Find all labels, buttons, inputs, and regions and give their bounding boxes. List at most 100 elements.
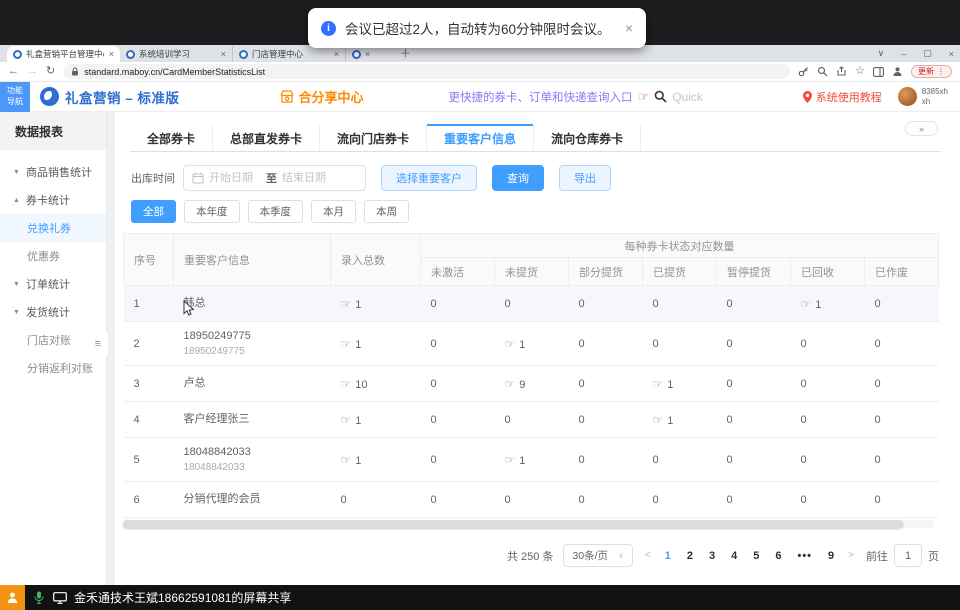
cell-status[interactable]: ☞1 <box>791 286 865 322</box>
cell-status: 0 <box>791 482 865 518</box>
cell-status: 0 <box>495 482 569 518</box>
col-未提货: 未提货 <box>495 258 569 286</box>
share-center-link[interactable]: 合分享中心 <box>280 87 364 106</box>
window-close-button[interactable]: × <box>949 49 954 59</box>
chrome-update-button[interactable]: 更新 ⋮ <box>911 65 952 78</box>
page-button-1[interactable]: 1 <box>665 550 671 562</box>
user-menu[interactable]: 8385xh xh <box>898 87 948 107</box>
page-more-button[interactable]: ••• <box>797 550 812 562</box>
start-date-input[interactable] <box>209 172 261 184</box>
cell-status: 0 <box>717 438 791 482</box>
date-range-picker[interactable]: 至 <box>183 165 366 191</box>
cell-status: 0 <box>865 366 939 402</box>
browser-tab[interactable]: 门店管理中心× <box>233 46 346 62</box>
export-button[interactable]: 导出 <box>559 165 611 191</box>
browser-tab[interactable]: 系统培训学习× <box>120 46 233 62</box>
quick-filter-本周[interactable]: 本周 <box>364 200 409 223</box>
cell-total[interactable]: ☞10 <box>331 366 421 402</box>
quick-filter-本季度[interactable]: 本季度 <box>248 200 304 223</box>
cell-status[interactable]: ☞1 <box>495 438 569 482</box>
cell-total[interactable]: ☞1 <box>331 322 421 366</box>
quick-filter-本月[interactable]: 本月 <box>311 200 356 223</box>
tab-close-icon[interactable]: × <box>365 49 370 59</box>
sidebar-item-发货统计[interactable]: ▼发货统计 <box>0 298 106 326</box>
quick-entry[interactable]: 更快捷的券卡、订单和快递查询入口 ☞ Quick <box>449 89 703 105</box>
profile-icon[interactable] <box>892 66 903 77</box>
toast-close-icon[interactable]: × <box>625 20 633 36</box>
microphone-icon[interactable] <box>34 591 44 604</box>
customer-name: 韩总 <box>184 297 321 310</box>
cell-status[interactable]: ☞1 <box>643 518 717 520</box>
click-hand-icon: ☞ <box>341 297 352 311</box>
tabs-expand-button[interactable]: » <box>905 121 938 136</box>
share-icon[interactable] <box>836 66 847 77</box>
query-button[interactable]: 查询 <box>492 165 544 191</box>
goto-page-input[interactable] <box>894 544 922 567</box>
forward-icon[interactable]: → <box>27 66 38 77</box>
tutorial-link[interactable]: 系统使用教程 <box>803 89 882 105</box>
page-size-select[interactable]: 30条/页 ∨ <box>563 544 632 567</box>
quick-filter-全部[interactable]: 全部 <box>131 200 176 223</box>
page-button-6[interactable]: 6 <box>775 550 781 562</box>
browser-tab-partial[interactable]: × <box>346 46 394 62</box>
quick-entry-text: 更快捷的券卡、订单和快递查询入口 <box>449 89 633 105</box>
cell-status[interactable]: ☞1 <box>495 518 569 520</box>
sidebar-item-订单统计[interactable]: ▼订单统计 <box>0 270 106 298</box>
cell-status[interactable]: ☞9 <box>495 366 569 402</box>
zoom-icon[interactable] <box>817 66 828 77</box>
cell-status[interactable]: ☞18 <box>421 518 495 520</box>
function-nav-toggle[interactable]: 功能 导航 <box>0 82 30 112</box>
cell-total[interactable]: ☞1 <box>331 402 421 438</box>
cell-seq: 2 <box>124 322 174 366</box>
col-未激活: 未激活 <box>421 258 495 286</box>
page-button-3[interactable]: 3 <box>709 550 715 562</box>
tab-全部券卡[interactable]: 全部券卡 <box>130 125 213 151</box>
tab-close-icon[interactable]: × <box>334 49 339 59</box>
goto-label: 前往 <box>866 548 888 564</box>
window-minimize-button[interactable]: – <box>901 49 906 59</box>
cell-status[interactable]: ☞1 <box>643 402 717 438</box>
url-omnibox[interactable]: standard.maboy.cn/CardMemberStatisticsLi… <box>63 64 790 79</box>
page-button-4[interactable]: 4 <box>731 550 737 562</box>
tab-流向门店券卡[interactable]: 流向门店券卡 <box>320 125 427 151</box>
quick-filter-本年度[interactable]: 本年度 <box>184 200 240 223</box>
browser-tab[interactable]: 礼盒营销平台管理中心× <box>7 46 120 62</box>
next-page-button[interactable]: > <box>846 550 856 561</box>
tab-总部直发券卡[interactable]: 总部直发券卡 <box>213 125 320 151</box>
bookmark-star-icon[interactable]: ☆ <box>855 66 865 77</box>
participant-icon[interactable] <box>0 585 25 610</box>
arrow-down-icon: ▼ <box>13 281 21 288</box>
back-icon[interactable]: ← <box>8 66 19 77</box>
key-icon[interactable] <box>798 66 809 77</box>
site-favicon <box>239 50 248 59</box>
tab-search-chevron-icon[interactable]: ∨ <box>878 48 885 59</box>
tab-close-icon[interactable]: × <box>221 49 226 59</box>
tab-close-icon[interactable]: × <box>109 49 114 59</box>
cell-total[interactable]: ☞20 <box>331 518 421 520</box>
arrow-up-icon: ▲ <box>13 197 21 204</box>
end-date-input[interactable] <box>282 172 334 184</box>
tab-重要客户信息[interactable]: 重要客户信息 <box>427 125 534 151</box>
sidebar-subitem-兑换礼券[interactable]: 兑换礼券 <box>0 214 106 242</box>
prev-page-button[interactable]: < <box>643 550 653 561</box>
horizontal-scrollbar-thumb[interactable] <box>123 520 903 528</box>
sidepanel-icon[interactable] <box>873 67 884 77</box>
tab-流向仓库券卡[interactable]: 流向仓库券卡 <box>534 125 641 151</box>
page-button-9[interactable]: 9 <box>828 550 834 562</box>
select-customer-button[interactable]: 选择重要客户 <box>381 165 477 191</box>
page-button-5[interactable]: 5 <box>753 550 759 562</box>
sidebar-subitem-优惠券[interactable]: 优惠券 <box>0 242 106 270</box>
cell-total[interactable]: ☞1 <box>331 438 421 482</box>
horizontal-scrollbar[interactable] <box>123 520 935 528</box>
page-button-2[interactable]: 2 <box>687 550 693 562</box>
sidebar-item-商品销售统计[interactable]: ▼商品销售统计 <box>0 158 106 186</box>
window-restore-button[interactable]: ▢ <box>923 48 932 59</box>
cell-status[interactable]: ☞1 <box>643 366 717 402</box>
col-customer: 重要客户信息 <box>174 234 331 286</box>
sidebar-item-券卡统计[interactable]: ▲券卡统计 <box>0 186 106 214</box>
cell-customer: 客户经理张三 <box>174 402 331 438</box>
reload-icon[interactable]: ↻ <box>46 66 55 77</box>
sidebar-collapse-handle[interactable]: ≡ <box>88 326 108 362</box>
cell-status[interactable]: ☞1 <box>495 322 569 366</box>
cell-total[interactable]: ☞1 <box>331 286 421 322</box>
